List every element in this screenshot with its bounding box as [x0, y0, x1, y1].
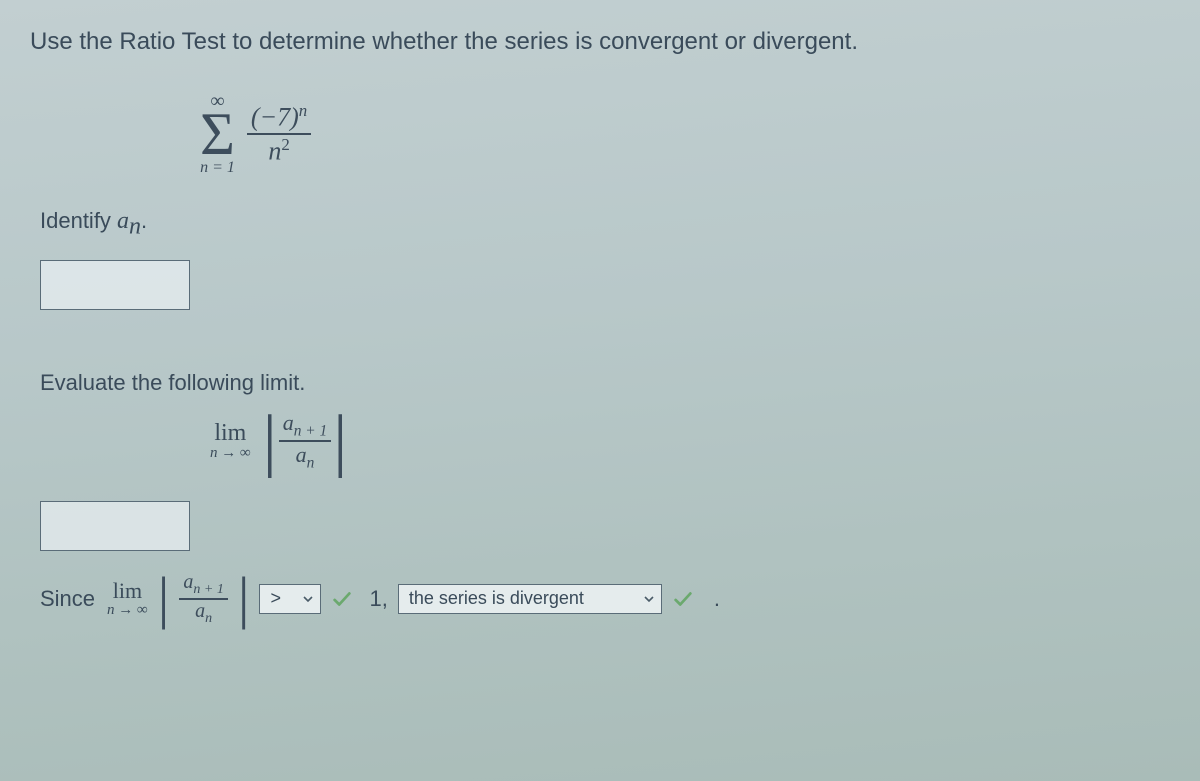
- since-label: Since: [40, 586, 95, 612]
- ratio-den-sub: n: [307, 455, 315, 472]
- conclusion-row: Since lim n → ∞ | an + 1 an | > 1,: [40, 571, 1170, 627]
- chevron-down-icon: [302, 593, 314, 605]
- numerator-exp: n: [299, 101, 307, 120]
- conclusion-num-base: a: [183, 571, 193, 593]
- sigma-lower: n = 1: [200, 159, 235, 177]
- conclusion-lim-operator: lim n → ∞: [107, 578, 148, 619]
- conclusion-ratio-fraction: an + 1 an: [179, 571, 227, 627]
- conclusion-abs-left: |: [156, 575, 172, 621]
- abs-left: |: [261, 413, 279, 469]
- identify-var: a: [117, 208, 129, 234]
- denominator-exp: 2: [281, 135, 289, 154]
- one-label: 1,: [369, 586, 387, 612]
- numerator-base: (−7): [251, 103, 299, 132]
- identify-label: Identify an.: [40, 208, 1170, 240]
- comparison-selected: >: [270, 588, 294, 609]
- conclusion-ratio-denominator: an: [191, 600, 216, 627]
- sigma-symbol: ∞ Σ n = 1: [200, 91, 235, 177]
- lim-operator: lim n → ∞: [210, 420, 251, 462]
- result-select[interactable]: the series is divergent: [398, 584, 662, 614]
- identify-post: .: [141, 208, 147, 233]
- checkmark-icon: [672, 588, 694, 610]
- conclusion-lim-below: n → ∞: [107, 602, 148, 619]
- evaluate-label: Evaluate the following limit.: [40, 370, 1170, 396]
- lim-text: lim: [214, 420, 246, 447]
- an-input[interactable]: [40, 260, 190, 310]
- question-page: Use the Ratio Test to determine whether …: [0, 0, 1200, 657]
- ratio-fraction: an + 1 an: [279, 410, 331, 472]
- ratio-denominator: an: [292, 442, 319, 472]
- conclusion-abs-right: |: [236, 575, 252, 621]
- conclusion-den-base: a: [195, 600, 205, 622]
- limit-expression: lim n → ∞ | an + 1 an |: [210, 410, 1170, 472]
- comparison-select[interactable]: >: [259, 584, 321, 614]
- lim-below: n → ∞: [210, 445, 251, 462]
- chevron-down-icon: [643, 593, 655, 605]
- series-denominator: n2: [264, 135, 293, 167]
- ratio-num-sub: n + 1: [294, 423, 327, 440]
- series-numerator: (−7)n: [247, 101, 311, 133]
- result-selected: the series is divergent: [409, 588, 635, 609]
- series-fraction: (−7)n n2: [247, 101, 311, 166]
- conclusion-num-sub: n + 1: [193, 582, 223, 597]
- abs-right: |: [331, 413, 349, 469]
- ratio-den-base: a: [296, 442, 307, 467]
- limit-input[interactable]: [40, 501, 190, 551]
- sigma-glyph: Σ: [200, 107, 235, 161]
- denominator-base: n: [268, 137, 281, 166]
- period: .: [714, 586, 720, 612]
- identify-sub: n: [129, 213, 141, 239]
- conclusion-den-sub: n: [205, 611, 212, 626]
- ratio-numerator: an + 1: [279, 410, 331, 440]
- conclusion-lim-text: lim: [113, 578, 142, 604]
- checkmark-icon: [331, 588, 353, 610]
- ratio-num-base: a: [283, 410, 294, 435]
- identify-pre: Identify: [40, 208, 117, 233]
- conclusion-ratio-numerator: an + 1: [179, 571, 227, 598]
- prompt-text: Use the Ratio Test to determine whether …: [30, 28, 1170, 56]
- series-expression: ∞ Σ n = 1 (−7)n n2: [200, 84, 1170, 184]
